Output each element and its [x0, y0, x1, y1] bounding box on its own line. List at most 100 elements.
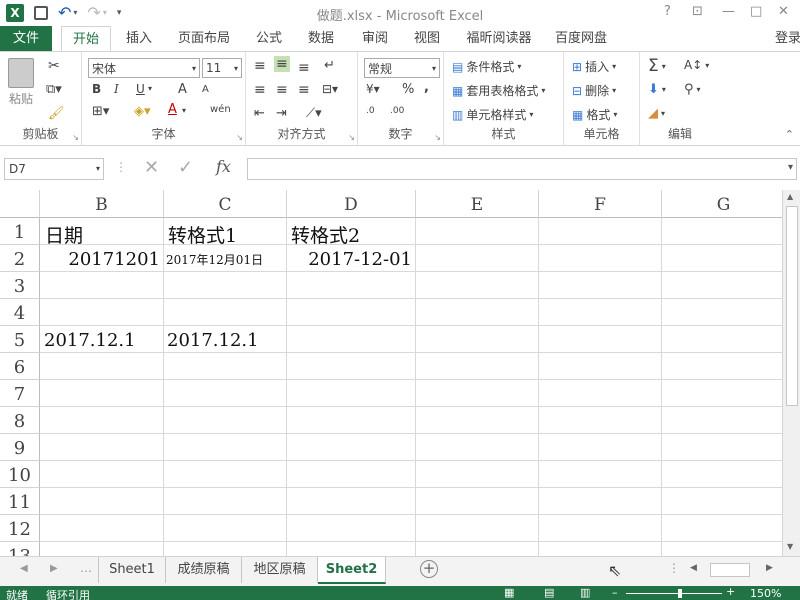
fill-color-icon[interactable]: ◈▾: [134, 104, 151, 119]
row-header[interactable]: 9: [0, 434, 40, 461]
minimize-button[interactable]: —: [722, 4, 735, 19]
row-header[interactable]: 8: [0, 407, 40, 434]
hscroll-thumb[interactable]: [710, 563, 750, 577]
number-format-select[interactable]: 常规 ▾: [364, 58, 440, 78]
restore-button[interactable]: □: [750, 4, 762, 19]
paste-button[interactable]: 粘贴: [8, 58, 34, 107]
scroll-up-icon[interactable]: ▲: [787, 192, 793, 201]
conditional-formatting-button[interactable]: ▤ 条件格式 ▾: [452, 58, 521, 75]
sort-filter-icon[interactable]: A↕ ▾: [684, 58, 709, 72]
format-cells-button[interactable]: ▦ 格式 ▾: [572, 106, 617, 123]
zoom-slider[interactable]: [626, 593, 722, 594]
row-header[interactable]: 13: [0, 542, 40, 556]
cell-b1[interactable]: 日期: [45, 221, 83, 248]
help-button[interactable]: ?: [664, 4, 671, 19]
align-middle-icon[interactable]: ≡: [274, 56, 290, 72]
normal-view-icon[interactable]: ▦: [504, 586, 514, 599]
number-launcher-icon[interactable]: ↘: [434, 133, 441, 142]
column-header[interactable]: G: [662, 190, 782, 218]
percent-button[interactable]: %: [402, 82, 414, 97]
column-header[interactable]: C: [164, 190, 287, 218]
currency-icon[interactable]: ¥▾: [366, 82, 380, 96]
add-sheet-icon[interactable]: +: [420, 560, 438, 578]
row-header[interactable]: 4: [0, 299, 40, 326]
row-header[interactable]: 6: [0, 353, 40, 380]
sheet-tab-active[interactable]: Sheet2: [318, 557, 386, 584]
cell-d1[interactable]: 转格式2: [291, 221, 360, 248]
italic-button[interactable]: I: [114, 82, 119, 96]
cell-b5[interactable]: 2017.12.1: [44, 330, 136, 351]
select-all-corner[interactable]: [0, 190, 40, 218]
increase-indent-icon[interactable]: ⇥: [276, 106, 287, 121]
tab-foxit-reader[interactable]: 福昕阅读器: [460, 26, 538, 52]
comma-button[interactable]: ,: [424, 80, 429, 95]
tab-formulas[interactable]: 公式: [248, 26, 290, 52]
cell-c2[interactable]: 2017年12月01日: [166, 251, 263, 268]
tab-data[interactable]: 数据: [300, 26, 342, 52]
sheet-tab[interactable]: Sheet1: [98, 557, 166, 583]
copy-icon[interactable]: ⧉▾: [46, 82, 62, 97]
delete-cells-button[interactable]: ⊟ 删除 ▾: [572, 82, 616, 99]
cell-b2[interactable]: 20171201: [44, 249, 160, 270]
page-layout-view-icon[interactable]: ▤: [544, 586, 554, 599]
align-bottom-icon[interactable]: ≡: [298, 60, 310, 76]
cut-icon[interactable]: ✂: [48, 58, 60, 74]
row-header[interactable]: 5: [0, 326, 40, 353]
worksheet-grid[interactable]: B C D E F G 1 2 3 4 5 6 7 8 9 10 11 12 1…: [0, 190, 782, 556]
row-header[interactable]: 7: [0, 380, 40, 407]
zoom-level[interactable]: 150%: [750, 587, 781, 600]
clipboard-launcher-icon[interactable]: ↘: [72, 133, 79, 142]
decrease-indent-icon[interactable]: ⇤: [254, 106, 265, 121]
close-button[interactable]: ✕: [778, 4, 789, 19]
shrink-font-button[interactable]: A: [202, 84, 209, 95]
scroll-down-icon[interactable]: ▼: [787, 542, 793, 551]
enter-icon[interactable]: ✓: [178, 157, 193, 178]
cell-styles-button[interactable]: ▥ 单元格样式 ▾: [452, 106, 533, 123]
column-header[interactable]: B: [40, 190, 164, 218]
find-select-icon[interactable]: ⚲ ▾: [684, 82, 701, 97]
row-header[interactable]: 1: [0, 218, 40, 245]
fill-icon[interactable]: ⬇ ▾: [648, 82, 666, 97]
row-header[interactable]: 10: [0, 461, 40, 488]
align-top-icon[interactable]: ≡: [254, 58, 266, 74]
font-name-select[interactable]: 宋体 ▾: [88, 58, 200, 78]
next-sheet-icon[interactable]: ▶: [50, 563, 58, 574]
tab-review[interactable]: 审阅: [354, 26, 396, 52]
row-header[interactable]: 12: [0, 515, 40, 542]
tab-file[interactable]: 文件: [0, 26, 52, 52]
borders-icon[interactable]: ⊞▾: [92, 104, 109, 119]
font-color-dropdown-icon[interactable]: ▾: [182, 106, 186, 115]
column-header[interactable]: F: [539, 190, 662, 218]
signin-link[interactable]: 登录: [770, 26, 800, 52]
format-painter-icon[interactable]: 🖌: [48, 106, 65, 121]
cell-c1[interactable]: 转格式1: [168, 221, 237, 248]
decrease-decimal-button[interactable]: .00: [390, 106, 404, 116]
font-launcher-icon[interactable]: ↘: [236, 133, 243, 142]
ribbon-display-icon[interactable]: ⊡: [692, 4, 703, 19]
tab-view[interactable]: 视图: [406, 26, 448, 52]
align-center-icon[interactable]: ≡: [276, 82, 288, 98]
autosum-icon[interactable]: Σ ▾: [648, 56, 666, 76]
column-header[interactable]: D: [287, 190, 416, 218]
zoom-out-icon[interactable]: –: [612, 586, 618, 599]
sheet-tab[interactable]: 地区原稿: [242, 557, 318, 583]
column-header[interactable]: E: [416, 190, 539, 218]
alignment-launcher-icon[interactable]: ↘: [348, 133, 355, 142]
vertical-scrollbar[interactable]: ▲ ▼: [782, 190, 800, 556]
format-as-table-button[interactable]: ▦ 套用表格格式 ▾: [452, 82, 545, 99]
underline-button[interactable]: U: [136, 82, 145, 96]
expand-formula-bar-icon[interactable]: ▾: [788, 162, 793, 173]
orientation-icon[interactable]: ⟋▾: [306, 106, 322, 121]
bold-button[interactable]: B: [92, 82, 101, 96]
zoom-slider-thumb[interactable]: [678, 589, 682, 598]
collapse-ribbon-icon[interactable]: ⌃: [785, 128, 794, 141]
insert-function-button[interactable]: fx: [216, 157, 231, 176]
cancel-icon[interactable]: ✕: [144, 157, 159, 178]
align-left-icon[interactable]: ≡: [254, 82, 266, 98]
row-header[interactable]: 2: [0, 245, 40, 272]
formula-input[interactable]: ▾: [247, 158, 797, 180]
tab-baidu-netdisk[interactable]: 百度网盘: [548, 26, 614, 52]
align-right-icon[interactable]: ≡: [298, 82, 310, 98]
insert-cells-button[interactable]: ⊞ 插入 ▾: [572, 58, 616, 75]
cell-c5[interactable]: 2017.12.1: [167, 330, 259, 351]
